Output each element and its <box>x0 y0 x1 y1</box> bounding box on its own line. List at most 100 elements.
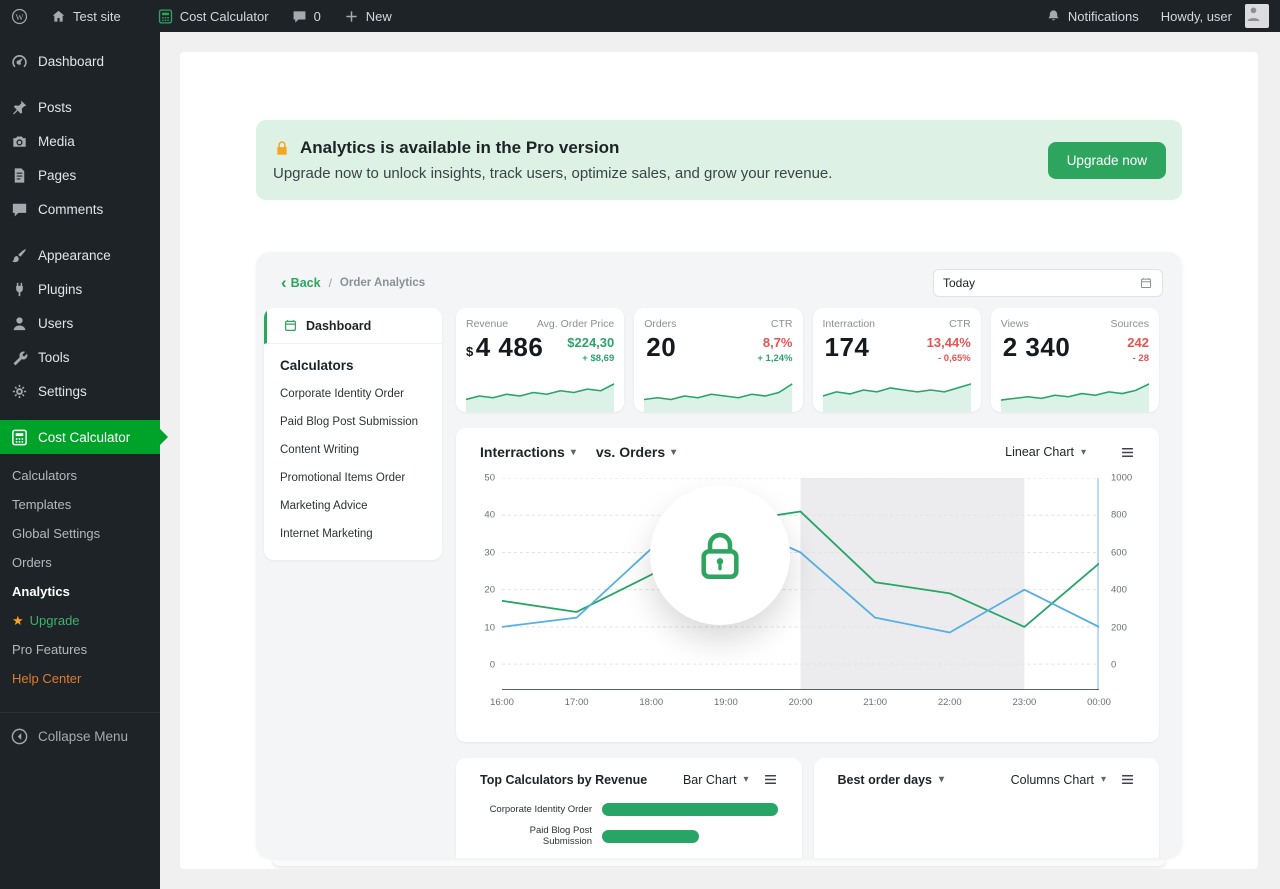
users-icon <box>10 314 29 333</box>
sidebar-item-cost-calculator[interactable]: Cost Calculator <box>0 420 160 454</box>
metric-b-select[interactable]: vs. Orders▾ <box>596 444 676 460</box>
admin-bar-comments[interactable]: 0 <box>280 0 332 32</box>
plugin-icon <box>10 280 29 299</box>
best-order-days-card: Best order days▾ Columns Chart▾ <box>814 758 1160 858</box>
howdy-label: Howdy, user <box>1161 9 1232 24</box>
camera-icon <box>10 132 29 151</box>
revenue-sparkline <box>466 379 614 412</box>
admin-bar-plugin-label: Cost Calculator <box>180 9 269 24</box>
submenu-analytics[interactable]: Analytics <box>0 577 160 606</box>
admin-content: Analytics is available in the Pro versio… <box>160 32 1280 889</box>
chart-menu-icon[interactable] <box>1120 445 1135 460</box>
metric-a-select[interactable]: Interractions▾ <box>480 444 576 460</box>
bar-chart-type-select[interactable]: Bar Chart▾ <box>683 773 749 787</box>
sidebar-label: Media <box>38 134 75 149</box>
sidebar-label: Tools <box>38 350 70 365</box>
preview-nav: Dashboard Calculators Corporate Identity… <box>264 308 442 560</box>
bell-icon <box>1045 8 1062 25</box>
bar-track <box>602 830 778 843</box>
sidebar-item-plugins[interactable]: Plugins <box>0 272 160 306</box>
wordpress-logo[interactable]: W <box>0 0 39 32</box>
sidebar-item-settings[interactable]: Settings <box>0 374 160 408</box>
submenu-help-center[interactable]: Help Center <box>0 664 160 693</box>
avatar <box>1245 4 1269 28</box>
submenu-calculators[interactable]: Calculators <box>0 461 160 490</box>
nav-calculator-item[interactable]: Corporate Identity Order <box>264 380 442 408</box>
sidebar-item-appearance[interactable]: Appearance <box>0 238 160 272</box>
sidebar-label: Comments <box>38 202 103 217</box>
nav-calculator-item[interactable]: Internet Marketing <box>264 520 442 548</box>
chart-menu-icon[interactable] <box>763 772 778 787</box>
line-chart-plot <box>502 478 1099 690</box>
preview-body: Dashboard Calculators Corporate Identity… <box>256 308 1182 858</box>
gear-icon <box>10 382 29 401</box>
sidebar-item-posts[interactable]: Posts <box>0 90 160 124</box>
calculator-icon <box>157 8 174 25</box>
sidebar-item-comments[interactable]: Comments <box>0 192 160 226</box>
top-calculators-card: Top Calculators by Revenue Bar Chart▾ Co… <box>456 758 802 858</box>
nav-calculator-item[interactable]: Promotional Items Order <box>264 464 442 492</box>
notifications-button[interactable]: Notifications <box>1034 0 1150 32</box>
admin-bar-new[interactable]: New <box>332 0 403 32</box>
sidebar-item-users[interactable]: Users <box>0 306 160 340</box>
submenu-pro-features[interactable]: Pro Features <box>0 635 160 664</box>
admin-bar-cost-calculator[interactable]: Cost Calculator <box>146 0 280 32</box>
top-calculators-title: Top Calculators by Revenue <box>480 773 647 787</box>
breadcrumb-separator: / <box>329 276 332 290</box>
bar-row: Paid Blog Post Submission <box>480 825 778 847</box>
site-name: Test site <box>73 9 121 24</box>
cost-calculator-submenu: Calculators Templates Global Settings Or… <box>0 454 160 706</box>
stats-row: RevenueAvg. Order Price $4 486 $224,30 +… <box>456 308 1159 412</box>
back-link[interactable]: ‹ Back <box>281 276 321 290</box>
sidebar-item-pages[interactable]: Pages <box>0 158 160 192</box>
nav-calculator-item[interactable]: Marketing Advice <box>264 492 442 520</box>
bar-row: Corporate Identity Order <box>480 803 778 816</box>
stat-delta: 13,44% - 0,65% <box>927 333 971 364</box>
sidebar-label: Settings <box>38 384 87 399</box>
nav-calculator-item[interactable]: Paid Blog Post Submission <box>264 408 442 436</box>
chevron-down-icon: ▾ <box>1081 447 1086 458</box>
submenu-global-settings[interactable]: Global Settings <box>0 519 160 548</box>
submenu-orders[interactable]: Orders <box>0 548 160 577</box>
line-chart <box>502 478 1099 689</box>
sidebar-item-dashboard[interactable]: Dashboard <box>0 44 160 78</box>
account-menu[interactable]: Howdy, user <box>1150 0 1280 32</box>
bar-chart: Corporate Identity Order Paid Blog Post S… <box>480 803 778 847</box>
submenu-upgrade[interactable]: ★ Upgrade <box>0 606 160 635</box>
columns-chart-type-select[interactable]: Columns Chart▾ <box>1011 773 1106 787</box>
chart-type-select[interactable]: Linear Chart▾ <box>1005 445 1086 459</box>
preview-nav-dashboard[interactable]: Dashboard <box>264 308 442 344</box>
sidebar-label: Dashboard <box>38 54 104 69</box>
sidebar-item-tools[interactable]: Tools <box>0 340 160 374</box>
stat-card-orders: OrdersCTR 20 8,7% + 1,24% <box>634 308 802 412</box>
sidebar-item-media[interactable]: Media <box>0 124 160 158</box>
admin-sidebar: Dashboard Posts Media Pages Comments App… <box>0 32 160 889</box>
stat-delta: 8,7% + 1,24% <box>757 333 792 364</box>
pin-icon <box>10 98 29 117</box>
best-order-days-select[interactable]: Best order days▾ <box>838 773 945 787</box>
submenu-templates[interactable]: Templates <box>0 490 160 519</box>
chevron-down-icon: ▾ <box>743 774 748 785</box>
date-filter[interactable]: Today <box>933 269 1163 297</box>
chart-header: Interractions▾ vs. Orders▾ Linear Chart▾ <box>480 444 1135 460</box>
pro-lock-overlay <box>650 485 790 625</box>
home-icon <box>50 8 67 25</box>
stacked-card-edge <box>272 858 1166 866</box>
site-name-link[interactable]: Test site <box>39 0 132 32</box>
breadcrumb-current: Order Analytics <box>340 277 425 289</box>
interraction-sparkline <box>823 379 971 412</box>
stat-card-views: ViewsSources 2 340 242 - 28 <box>991 308 1159 412</box>
stat-right-label: CTR <box>771 318 793 330</box>
chart-menu-icon[interactable] <box>1120 772 1135 787</box>
main-chart-card: Interractions▾ vs. Orders▾ Linear Chart▾… <box>456 428 1159 742</box>
preview-main: RevenueAvg. Order Price $4 486 $224,30 +… <box>456 308 1159 858</box>
nav-calculator-item[interactable]: Content Writing <box>264 436 442 464</box>
upgrade-now-button[interactable]: Upgrade now <box>1048 142 1166 179</box>
person-icon <box>1245 4 1262 21</box>
svg-text:W: W <box>15 11 23 21</box>
y-axis-right: 02004006008001000 <box>1099 478 1135 690</box>
chevron-down-icon: ▾ <box>1101 774 1106 785</box>
collapse-menu-button[interactable]: Collapse Menu <box>0 719 160 753</box>
menu-separator <box>0 78 160 90</box>
pro-banner: Analytics is available in the Pro versio… <box>256 120 1182 200</box>
